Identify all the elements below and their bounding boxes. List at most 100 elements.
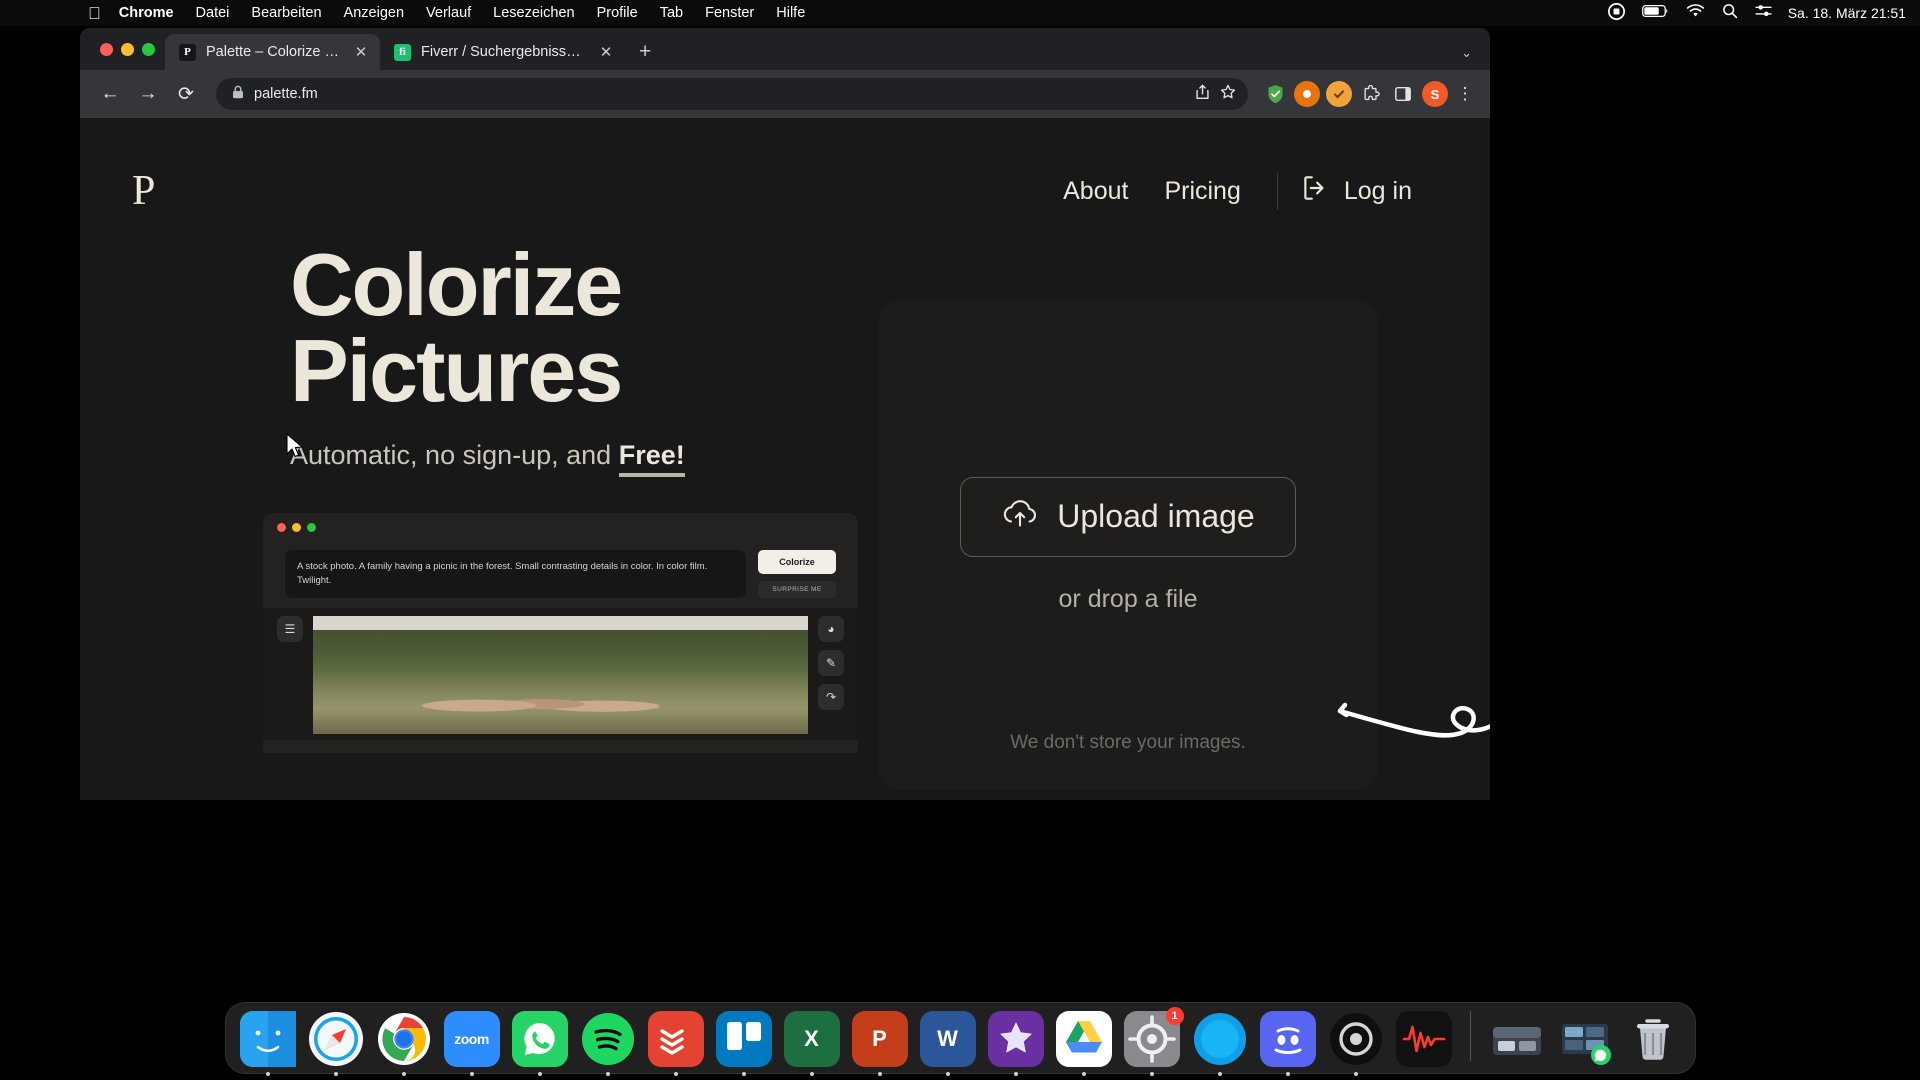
tab-title: Fiverr / Suchergebnisse für „bl — [421, 44, 587, 60]
screen-record-icon[interactable] — [1607, 2, 1625, 24]
extension-orange-icon[interactable] — [1294, 81, 1320, 107]
menu-item-hilfe[interactable]: Hilfe — [776, 5, 805, 21]
menu-item-fenster[interactable]: Fenster — [705, 5, 754, 21]
dock-item-google-drive[interactable] — [1055, 1011, 1112, 1076]
nav-link-about[interactable]: About — [1063, 177, 1128, 206]
tab-fiverr[interactable]: fi Fiverr / Suchergebnisse für „bl ✕ — [380, 34, 625, 70]
dock-label-powerpoint: P — [872, 1026, 887, 1051]
nav-link-pricing[interactable]: Pricing — [1164, 177, 1240, 206]
hero-subtitle: Automatic, no sign-up, and Free! — [290, 440, 870, 478]
dock-item-whatsapp[interactable] — [511, 1011, 568, 1076]
extension-amber-icon[interactable] — [1326, 81, 1352, 107]
menu-item-bearbeiten[interactable]: Bearbeiten — [251, 5, 321, 21]
dock-item-discord[interactable] — [1259, 1011, 1316, 1076]
dock-item-word[interactable]: W — [919, 1011, 976, 1076]
dock-container: zoom X P W 1 — [224, 1002, 1696, 1076]
dock-item-folder-stack[interactable] — [1557, 1011, 1613, 1067]
reload-button[interactable]: ⟳ — [170, 78, 202, 110]
macos-menu-bar:  Chrome Datei Bearbeiten Anzeigen Verla… — [0, 0, 1920, 26]
hero-title: Colorize Pictures — [290, 235, 870, 414]
apple-menu-icon[interactable]:  — [88, 5, 101, 22]
menu-item-verlauf[interactable]: Verlauf — [426, 5, 471, 21]
screen:  Chrome Datei Bearbeiten Anzeigen Verla… — [0, 0, 1920, 1080]
site-nav: P About Pricing Log in — [80, 118, 1490, 212]
control-center-icon[interactable] — [1755, 4, 1772, 22]
upload-image-button[interactable]: Upload image — [960, 476, 1296, 557]
annotation-arrow — [1330, 642, 1490, 757]
dock-item-imovie[interactable] — [987, 1011, 1044, 1076]
star-icon[interactable] — [1220, 84, 1236, 104]
preview-window-controls — [263, 513, 858, 541]
hero-section: Colorize Pictures Automatic, no sign-up,… — [80, 212, 1490, 790]
tab-palette[interactable]: P Palette – Colorize Photos ✕ — [165, 34, 380, 70]
preview-surprise-button: SURPRISE ME — [758, 581, 836, 599]
battery-icon[interactable] — [1641, 4, 1669, 22]
tab-close-icon[interactable]: ✕ — [597, 43, 615, 61]
dock-item-powerpoint[interactable]: P — [851, 1011, 908, 1076]
menu-item-tab[interactable]: Tab — [660, 5, 683, 21]
tab-close-icon[interactable]: ✕ — [352, 43, 370, 61]
hamburger-icon: ☰ — [277, 616, 303, 643]
side-panel-icon[interactable] — [1390, 81, 1416, 107]
dock-label-zoom: zoom — [454, 1031, 489, 1047]
wifi-icon[interactable] — [1686, 4, 1705, 22]
search-icon[interactable] — [1722, 3, 1738, 23]
preview-close-dot — [277, 522, 286, 532]
address-bar[interactable]: palette.fm — [216, 78, 1248, 110]
login-arrow-icon — [1300, 173, 1330, 210]
fiverr-favicon-icon: fi — [394, 43, 411, 61]
page-content: P About Pricing Log in Colorize Pictures… — [80, 118, 1490, 800]
dock-item-cleanmymac[interactable] — [1328, 1011, 1384, 1076]
share-icon[interactable] — [1195, 84, 1210, 104]
menu-item-anzeigen[interactable]: Anzeigen — [344, 5, 404, 21]
dock-item-chrome[interactable] — [376, 1011, 432, 1076]
hero-subtitle-emphasis: Free! — [618, 440, 685, 478]
preview-prompt-text: A stock photo. A family having a picnic … — [285, 550, 746, 599]
puzzle-icon[interactable] — [1358, 81, 1384, 107]
dock-label-word: W — [937, 1026, 958, 1051]
dock-item-downloads-stack[interactable] — [1489, 1011, 1545, 1067]
preview-maximize-dot — [307, 522, 316, 532]
menu-item-chrome[interactable]: Chrome — [119, 5, 174, 21]
browser-menu-icon[interactable]: ⋮ — [1454, 84, 1476, 104]
maximize-window-button[interactable] — [142, 42, 155, 56]
dock-item-spotify[interactable] — [580, 1011, 636, 1076]
menu-item-profile[interactable]: Profile — [597, 5, 638, 21]
chrome-window: P Palette – Colorize Photos ✕ fi Fiverr … — [80, 28, 1490, 800]
dock-item-todoist[interactable] — [647, 1011, 704, 1076]
dock-item-messenger[interactable] — [1192, 1011, 1248, 1076]
hero-title-line1: Colorize — [290, 235, 623, 334]
menu-bar-clock[interactable]: Sa. 18. März 21:51 — [1788, 5, 1906, 21]
site-logo[interactable]: P — [132, 170, 155, 212]
upload-dropzone[interactable]: Upload image or drop a file We don't sto… — [878, 300, 1378, 790]
menu-item-datei[interactable]: Datei — [196, 5, 230, 21]
close-window-button[interactable] — [100, 42, 113, 56]
hero-subtitle-prefix: Automatic, no sign-up, and — [290, 440, 619, 471]
nav-link-login[interactable]: Log in — [1276, 172, 1412, 210]
dock-separator — [1469, 1011, 1471, 1061]
dock-item-system-settings[interactable]: 1 — [1123, 1007, 1184, 1076]
whatsapp-badge-icon — [1590, 1045, 1611, 1065]
dock-item-trash[interactable] — [1625, 1011, 1681, 1067]
preview-minimize-dot — [292, 522, 301, 532]
dock-label-excel: X — [804, 1026, 819, 1051]
preview-photo — [313, 616, 808, 735]
shield-icon[interactable] — [1262, 81, 1288, 107]
dock-item-trello[interactable] — [715, 1011, 772, 1076]
profile-avatar[interactable]: S — [1422, 81, 1448, 107]
menu-item-lesezeichen[interactable]: Lesezeichen — [493, 5, 574, 21]
dock-item-safari[interactable] — [308, 1011, 364, 1076]
hero-right: Upload image or drop a file We don't sto… — [870, 242, 1490, 790]
chevron-down-icon[interactable]: ⌄ — [1461, 45, 1472, 61]
minimize-window-button[interactable] — [121, 42, 134, 56]
upload-button-label: Upload image — [1057, 498, 1255, 534]
dock-item-audio-hijack[interactable] — [1395, 1011, 1452, 1067]
back-button[interactable]: ← — [94, 78, 126, 110]
dock-item-excel[interactable]: X — [783, 1011, 840, 1076]
dock-item-zoom[interactable]: zoom — [443, 1011, 500, 1076]
new-tab-button[interactable]: + — [639, 40, 651, 64]
pencil-icon: ✎ — [818, 650, 844, 677]
forward-button[interactable]: → — [132, 78, 164, 110]
dock-item-finder[interactable] — [239, 1011, 296, 1076]
url-text: palette.fm — [254, 86, 318, 102]
